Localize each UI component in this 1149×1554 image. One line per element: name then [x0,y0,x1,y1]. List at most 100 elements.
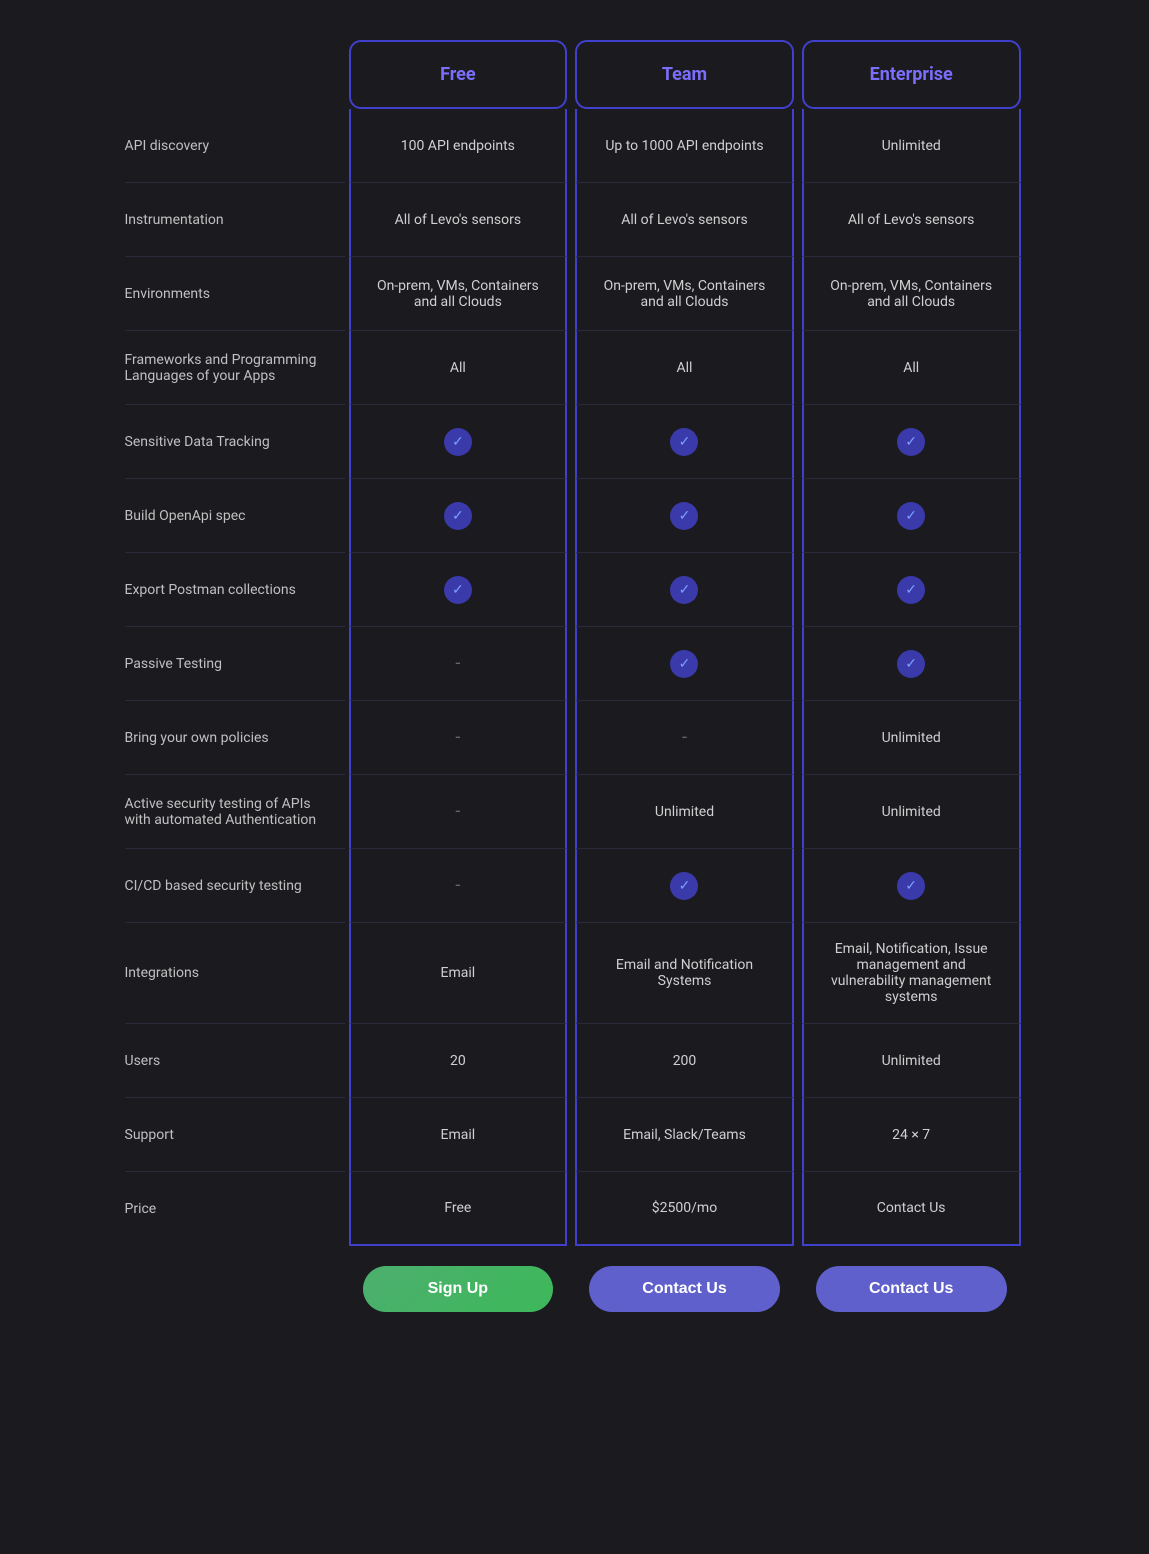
check-icon: ✓ [670,872,698,900]
cell-value: Email [440,1127,475,1143]
team-cell: $2500/mo [575,1172,794,1246]
enterprise-cell: Unlimited [802,1024,1021,1098]
free-cell: All of Levo's sensors [349,183,568,257]
team-plan-col: Team [575,40,794,109]
team-cell: ✓ [575,405,794,479]
free-cell: ✓ [349,553,568,627]
check-icon: ✓ [444,576,472,604]
cell-value: All [677,360,693,376]
feature-label: API discovery [125,109,345,183]
enterprise-cell: Unlimited [802,775,1021,849]
team-cell: ✓ [575,553,794,627]
team-contact-button[interactable]: Contact Us [589,1266,780,1312]
enterprise-cell: Contact Us [802,1172,1021,1246]
enterprise-cell: ✓ [802,479,1021,553]
check-icon: ✓ [897,650,925,678]
cell-value: On-prem, VMs, Containers and all Clouds [591,278,778,310]
feature-label: Price [125,1172,345,1246]
enterprise-cell: ✓ [802,405,1021,479]
cell-value: 20 [450,1053,466,1069]
feature-label: Bring your own policies [125,701,345,775]
free-cell: On-prem, VMs, Containers and all Clouds [349,257,568,331]
team-cell: Up to 1000 API endpoints [575,109,794,183]
feature-label: Frameworks and Programming Languages of … [125,331,345,405]
feature-label: Passive Testing [125,627,345,701]
feature-row: Export Postman collections ✓ ✓ ✓ [125,553,1025,627]
cell-value: $2500/mo [652,1200,717,1216]
enterprise-cta-cell: Contact Us [802,1246,1021,1332]
cell-value: Email and Notification Systems [591,957,778,989]
pricing-table: Free Team Enterprise [125,40,1025,109]
team-cell: ✓ [575,627,794,701]
team-cell: Unlimited [575,775,794,849]
check-icon: ✓ [670,502,698,530]
team-cell: All [575,331,794,405]
feature-row: Build OpenApi spec ✓ ✓ ✓ [125,479,1025,553]
cell-value: Email [440,965,475,981]
team-cell: Email, Slack/Teams [575,1098,794,1172]
check-icon: ✓ [444,428,472,456]
free-cell: - [349,775,568,849]
feature-row: Frameworks and Programming Languages of … [125,331,1025,405]
feature-row: Passive Testing - ✓ ✓ [125,627,1025,701]
team-cta-cell: Contact Us [575,1246,794,1332]
feature-label: Support [125,1098,345,1172]
cell-value: All of Levo's sensors [621,212,748,228]
cell-value: Unlimited [882,804,941,820]
free-cell: - [349,627,568,701]
team-plan-header: Team [577,42,792,107]
feature-label: Users [125,1024,345,1098]
enterprise-plan-label: Enterprise [870,64,953,85]
cell-value: Contact Us [877,1200,946,1216]
check-icon: ✓ [670,576,698,604]
free-cell: ✓ [349,479,568,553]
feature-row: CI/CD based security testing - ✓ ✓ [125,849,1025,923]
feature-label: Integrations [125,923,345,1024]
enterprise-cell: Unlimited [802,109,1021,183]
feature-label: Active security testing of APIs with aut… [125,775,345,849]
cell-value: 100 API endpoints [401,138,515,154]
team-cell: Email and Notification Systems [575,923,794,1024]
cell-value: Up to 1000 API endpoints [605,138,763,154]
dash-value: - [455,653,460,674]
enterprise-cell: Email, Notification, Issue management an… [802,923,1021,1024]
free-cell: - [349,701,568,775]
cell-value: Email, Slack/Teams [623,1127,746,1143]
cell-value: On-prem, VMs, Containers and all Clouds [818,278,1005,310]
check-icon: ✓ [897,428,925,456]
signup-button[interactable]: Sign Up [363,1266,554,1312]
feature-row: Bring your own policies - - Unlimited [125,701,1025,775]
free-cell: ✓ [349,405,568,479]
team-cell: 200 [575,1024,794,1098]
free-cell: Email [349,923,568,1024]
cell-value: Free [444,1200,471,1216]
enterprise-contact-button[interactable]: Contact Us [816,1266,1007,1312]
cta-row: Sign Up Contact Us Contact Us [125,1246,1025,1332]
check-icon: ✓ [897,576,925,604]
cell-value: 200 [673,1053,697,1069]
cell-value: On-prem, VMs, Containers and all Clouds [365,278,552,310]
enterprise-cell: On-prem, VMs, Containers and all Clouds [802,257,1021,331]
team-plan-label: Team [662,64,707,85]
free-cell: All [349,331,568,405]
feature-label: Build OpenApi spec [125,479,345,553]
team-cell: ✓ [575,479,794,553]
feature-col-header [125,40,345,109]
feature-label: CI/CD based security testing [125,849,345,923]
cell-value: All [450,360,466,376]
dash-value: - [455,875,460,896]
feature-row: Environments On-prem, VMs, Containers an… [125,257,1025,331]
dash-value: - [682,727,687,748]
feature-label: Sensitive Data Tracking [125,405,345,479]
cell-value: All of Levo's sensors [395,212,522,228]
cell-value: All of Levo's sensors [848,212,975,228]
free-cta-cell: Sign Up [349,1246,568,1332]
dash-value: - [455,801,460,822]
cell-value: Unlimited [655,804,714,820]
cta-feature-spacer [125,1246,345,1332]
cell-value: All [903,360,919,376]
cell-value: Unlimited [882,1053,941,1069]
cell-value: Unlimited [882,730,941,746]
team-cell: On-prem, VMs, Containers and all Clouds [575,257,794,331]
feature-row: Sensitive Data Tracking ✓ ✓ ✓ [125,405,1025,479]
